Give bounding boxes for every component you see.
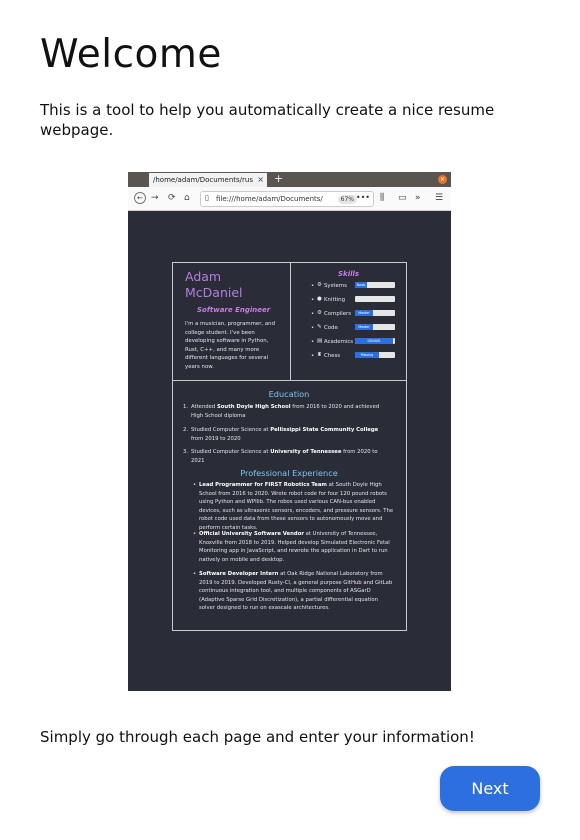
overflow-icon: ••• — [355, 193, 370, 202]
skill-label: Academics — [324, 338, 354, 345]
school-name: South Doyle High School — [216, 404, 291, 410]
education-item: 1. Attended South Doyle High School from … — [183, 404, 380, 419]
yarn-icon: ● — [317, 296, 322, 302]
reload-icon: ⟳ — [168, 193, 176, 203]
intro-text: This is a tool to help you automatically… — [40, 101, 495, 139]
education-item: 3. Studied Computer Science at University… — [183, 449, 378, 464]
list-number: 1. — [183, 404, 189, 410]
page-icon: ▯ — [205, 194, 209, 202]
window-close-icon: × — [438, 175, 447, 184]
instruction-text: Simply go through each page and enter yo… — [40, 728, 475, 746]
skill-bar: Noob — [355, 282, 395, 288]
new-tab-icon: + — [274, 172, 284, 185]
skill-bar: Missing — [355, 352, 395, 358]
skill-label: Chess — [324, 352, 341, 359]
job-title: Lead Programmer for FIRST Robotics Team — [199, 482, 327, 488]
skill-bar-fill: GENIUS — [355, 338, 393, 344]
browser-tab-title: /home/adam/Documents/rus — [153, 176, 253, 184]
experience-item: • Lead Programmer for FIRST Robotics Team… — [193, 482, 394, 531]
skills-title: Skills — [338, 270, 360, 278]
skill-bar — [355, 296, 395, 302]
skill-bar-fill: Master — [355, 310, 373, 316]
bullet: • — [311, 297, 315, 303]
education-title: Education — [268, 389, 310, 399]
bullet: • — [193, 531, 197, 537]
skill-bar: GENIUS — [355, 338, 395, 344]
job-title: Official University Software Vendor — [199, 531, 304, 537]
bullet: • — [311, 353, 315, 359]
skill-item: • ● Knitting — [311, 296, 401, 304]
school-name: Pellissippi State Community College — [270, 427, 379, 433]
skill-item: • ⚙ Compilers Master — [311, 310, 401, 318]
resume-name: Adam McDaniel — [185, 269, 243, 301]
cog-icon: ⚙ — [317, 310, 322, 316]
name-last: McDaniel — [185, 285, 243, 300]
name-first: Adam — [185, 269, 222, 284]
url-text: file:///home/adam/Documents/ — [216, 195, 323, 203]
page-title: Welcome — [40, 32, 222, 77]
zoom-badge: 67% — [337, 195, 357, 204]
skill-bar: Master — [355, 324, 395, 330]
sidebar-icon: ▭ — [398, 193, 407, 203]
skill-label: Code — [324, 324, 338, 331]
list-number: 3. — [183, 449, 189, 455]
skill-item: • ♜ Chess Missing — [311, 352, 401, 360]
school-name: University of Tennessee — [270, 449, 342, 455]
skill-label: Compilers — [324, 310, 352, 317]
home-icon: ⌂ — [184, 193, 190, 203]
browser-tab: /home/adam/Documents/rus × — [149, 173, 267, 187]
forward-arrow-icon: → — [151, 193, 159, 203]
skill-item: • ▤ Academics GENIUS — [311, 338, 401, 346]
bullet: • — [311, 283, 315, 289]
skill-bar-fill: Missing — [355, 352, 379, 358]
resume-role: Software Engineer — [197, 306, 271, 314]
skill-label: Systems — [324, 282, 347, 289]
chess-icon: ♜ — [317, 352, 322, 358]
skill-item: • ⚙ Systems Noob — [311, 282, 401, 290]
skill-item: • ✎ Code Master — [311, 324, 401, 332]
bullet: • — [193, 482, 197, 488]
gear-icon: ⚙ — [317, 282, 322, 288]
pencil-icon: ✎ — [317, 324, 322, 330]
menu-icon: ☰ — [435, 193, 444, 203]
skill-bar: Master — [355, 310, 395, 316]
next-button[interactable]: Next — [440, 766, 540, 811]
bullet: • — [311, 325, 315, 331]
resume-bio: I'm a musician, programmer, and college … — [185, 321, 275, 370]
overflow-chevron-icon: » — [415, 193, 421, 203]
skill-bar-fill: Master — [355, 324, 373, 330]
tab-close-icon: × — [257, 175, 264, 184]
experience-item: • Software Developer Intern at Oak Ridge … — [193, 571, 393, 612]
skills-box — [290, 262, 407, 381]
book-icon: ▤ — [317, 338, 323, 344]
bullet: • — [311, 339, 315, 345]
skill-label: Knitting — [324, 296, 346, 303]
browser-nav-bar: ← → ⟳ ⌂ ▯ file:///home/adam/Documents/ 6… — [128, 187, 451, 211]
skill-bar-fill: Noob — [355, 282, 367, 288]
back-arrow-icon: ← — [134, 192, 146, 204]
library-icon: ⫼ — [380, 193, 385, 203]
education-item: 2. Studied Computer Science at Pellissipp… — [183, 427, 379, 442]
experience-item: • Official University Software Vendor at … — [193, 531, 390, 563]
experience-title: Professional Experience — [240, 468, 338, 478]
browser-tab-bar: /home/adam/Documents/rus × + × — [128, 172, 451, 187]
resume-preview-screenshot: /home/adam/Documents/rus × + × ← → ⟳ ⌂ ▯… — [128, 172, 451, 691]
url-bar: ▯ file:///home/adam/Documents/ 67% ••• — [200, 191, 374, 207]
job-title: Software Developer Intern — [199, 571, 279, 577]
bullet: • — [311, 311, 315, 317]
bullet: • — [193, 571, 197, 577]
list-number: 2. — [183, 427, 189, 433]
